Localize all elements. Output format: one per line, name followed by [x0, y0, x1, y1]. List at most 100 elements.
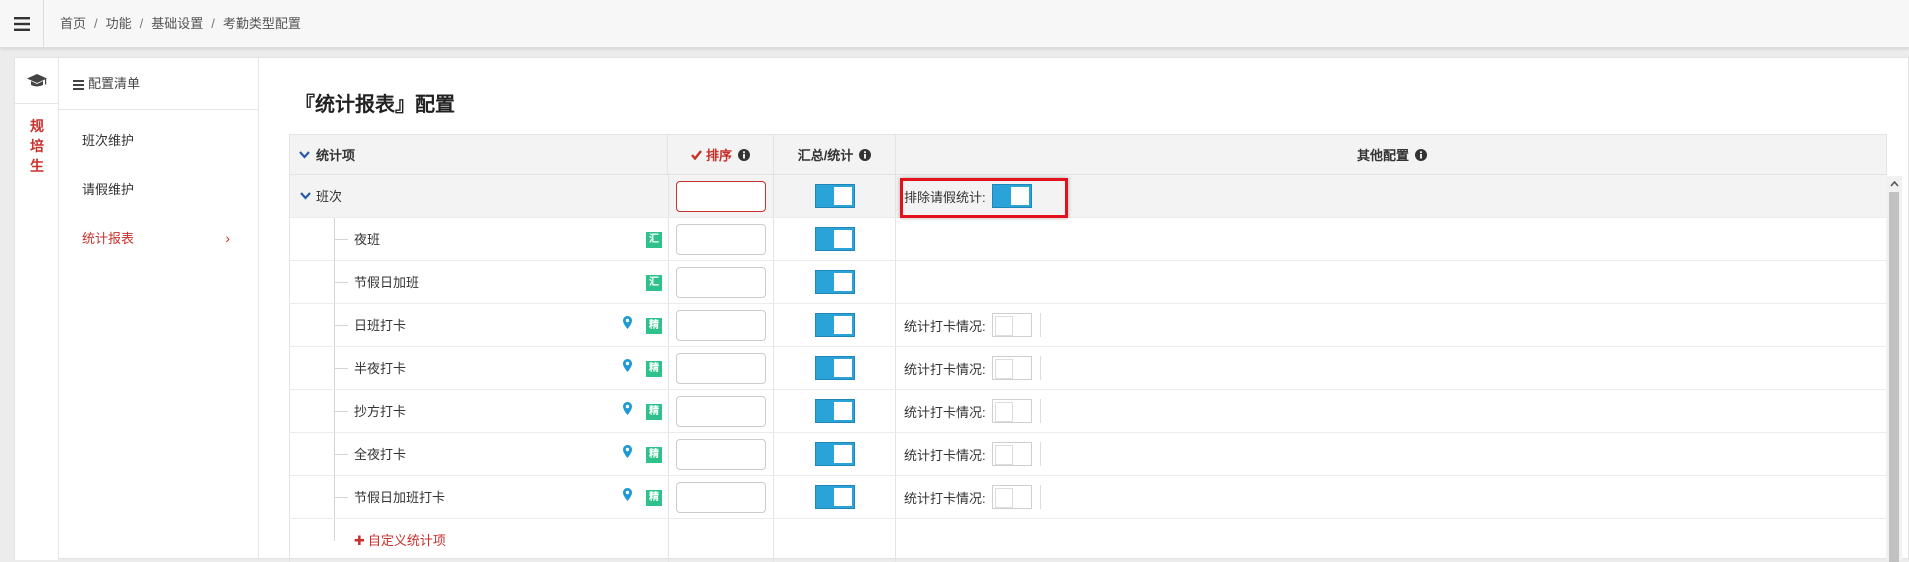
divider — [1039, 313, 1041, 337]
table-row: 半夜打卡 精 统计打卡情况: — [289, 347, 1887, 390]
row-name: 节假日加班打卡 — [354, 490, 446, 505]
divider — [1039, 356, 1041, 380]
row-badge: 精 — [646, 318, 662, 334]
location-pin-icon[interactable] — [623, 402, 632, 418]
exclude-leave-toggle[interactable] — [991, 184, 1032, 208]
punch-stat-toggle[interactable] — [991, 313, 1032, 337]
summary-cell — [774, 175, 896, 217]
order-cell — [668, 390, 774, 432]
other-config-cell: 统计打卡情况: — [896, 433, 1888, 475]
summary-cell — [774, 390, 896, 432]
breadcrumb-home[interactable]: 首页 — [60, 16, 86, 31]
other-config-cell — [896, 218, 1888, 260]
summary-cell — [774, 476, 896, 518]
other-config-cell: 统计打卡情况: — [896, 347, 1888, 389]
info-icon[interactable] — [859, 148, 872, 161]
row-badge: 汇 — [646, 232, 662, 248]
menu-item-shift-maintenance[interactable]: 班次维护 — [59, 116, 258, 165]
add-custom-item-link[interactable]: ✚ 自定义统计项 — [354, 519, 446, 562]
summary-toggle[interactable] — [814, 270, 855, 294]
order-input[interactable] — [676, 309, 766, 341]
module-label-char: 培 — [30, 138, 44, 154]
order-input[interactable] — [676, 223, 766, 255]
punch-stat-toggle[interactable] — [991, 356, 1032, 380]
other-config-cell: 排除请假统计: — [896, 175, 1888, 218]
vertical-scrollbar[interactable] — [1886, 176, 1902, 562]
chevron-down-icon[interactable] — [300, 192, 311, 200]
punch-stat-toggle[interactable] — [991, 485, 1032, 509]
hamburger-icon — [13, 17, 30, 31]
summary-toggle[interactable] — [814, 356, 855, 380]
header-summary-label: 汇总/统计 — [797, 148, 854, 163]
divider — [1039, 485, 1041, 509]
scrollbar-thumb[interactable] — [1889, 192, 1899, 562]
rail-header[interactable] — [15, 58, 58, 104]
info-icon[interactable] — [1415, 148, 1427, 161]
summary-toggle[interactable] — [814, 184, 855, 208]
config-menu-header: 配置清单 — [59, 58, 258, 110]
header-item-label: 统计项 — [316, 148, 356, 163]
location-pin-icon[interactable] — [623, 359, 632, 375]
table-row: 日班打卡 精 统计打卡情况: — [289, 304, 1887, 347]
menu-item-label: 统计报表 — [82, 231, 135, 246]
summary-cell — [774, 347, 896, 389]
order-input[interactable] — [676, 180, 766, 212]
order-cell — [668, 347, 774, 389]
module-rail: 规 培 生 — [15, 58, 59, 560]
table-group-row: 班次 排除请假统计: — [289, 175, 1887, 218]
table-row: 节假日加班打卡 精 统计打卡情况: — [289, 476, 1887, 519]
punch-stat-toggle[interactable] — [991, 442, 1032, 466]
location-pin-icon[interactable] — [623, 445, 632, 461]
info-icon[interactable] — [738, 148, 750, 161]
summary-toggle[interactable] — [814, 485, 855, 509]
punch-stat-label: 统计打卡情况: — [904, 361, 986, 377]
summary-toggle[interactable] — [814, 442, 855, 466]
order-input[interactable] — [676, 352, 766, 384]
header-order-label: 排序 — [705, 148, 732, 163]
module-label-char: 生 — [30, 158, 44, 174]
breadcrumb-separator: / — [139, 16, 144, 31]
punch-stat-label: 统计打卡情况: — [904, 404, 986, 420]
module-label-char: 规 — [30, 118, 44, 134]
order-input[interactable] — [676, 438, 766, 470]
other-config-cell: 统计打卡情况: — [896, 390, 1888, 432]
summary-cell — [774, 519, 896, 562]
menu-toggle-button[interactable] — [0, 0, 44, 48]
add-item-row: ✚ 自定义统计项 — [289, 519, 1887, 562]
summary-toggle[interactable] — [814, 313, 855, 337]
order-input[interactable] — [676, 395, 766, 427]
order-cell — [668, 175, 774, 217]
header-other: 其他配置 — [896, 135, 1888, 174]
breadcrumb-function[interactable]: 功能 — [106, 16, 132, 31]
order-cell — [668, 476, 774, 518]
breadcrumb-basic-settings[interactable]: 基础设置 — [151, 16, 203, 31]
highlight-box — [900, 178, 1068, 218]
row-name: 半夜打卡 — [354, 361, 407, 376]
main-panel: 规 培 生 配置清单 班次维护 请假维护 统计报表 › 『统计报表』配置 统计项… — [14, 57, 1909, 562]
order-cell — [668, 433, 774, 475]
location-pin-icon[interactable] — [623, 488, 632, 504]
row-badge: 精 — [646, 447, 662, 463]
module-label[interactable]: 规 培 生 — [15, 116, 59, 176]
scroll-up-arrow-icon[interactable] — [1886, 176, 1902, 192]
divider — [1039, 442, 1041, 466]
location-pin-icon[interactable] — [623, 316, 632, 332]
chevron-down-icon[interactable] — [299, 150, 310, 159]
summary-toggle[interactable] — [814, 399, 855, 423]
tree-branch — [334, 368, 348, 369]
table-row: 节假日加班 汇 — [289, 261, 1887, 304]
punch-stat-toggle[interactable] — [991, 399, 1032, 423]
breadcrumb-current: 考勤类型配置 — [222, 16, 301, 31]
row-name: 夜班 — [354, 232, 381, 247]
tree-branch — [334, 282, 348, 283]
summary-toggle[interactable] — [814, 227, 855, 251]
chevron-right-icon: › — [225, 230, 230, 246]
order-cell — [668, 304, 774, 346]
order-input[interactable] — [676, 266, 766, 298]
menu-item-leave-maintenance[interactable]: 请假维护 — [59, 165, 258, 214]
row-name: 抄方打卡 — [354, 404, 407, 419]
plus-icon: ✚ — [354, 533, 365, 548]
order-input[interactable] — [676, 481, 766, 513]
menu-item-statistics-report[interactable]: 统计报表 › — [59, 214, 258, 263]
summary-cell — [774, 218, 896, 260]
